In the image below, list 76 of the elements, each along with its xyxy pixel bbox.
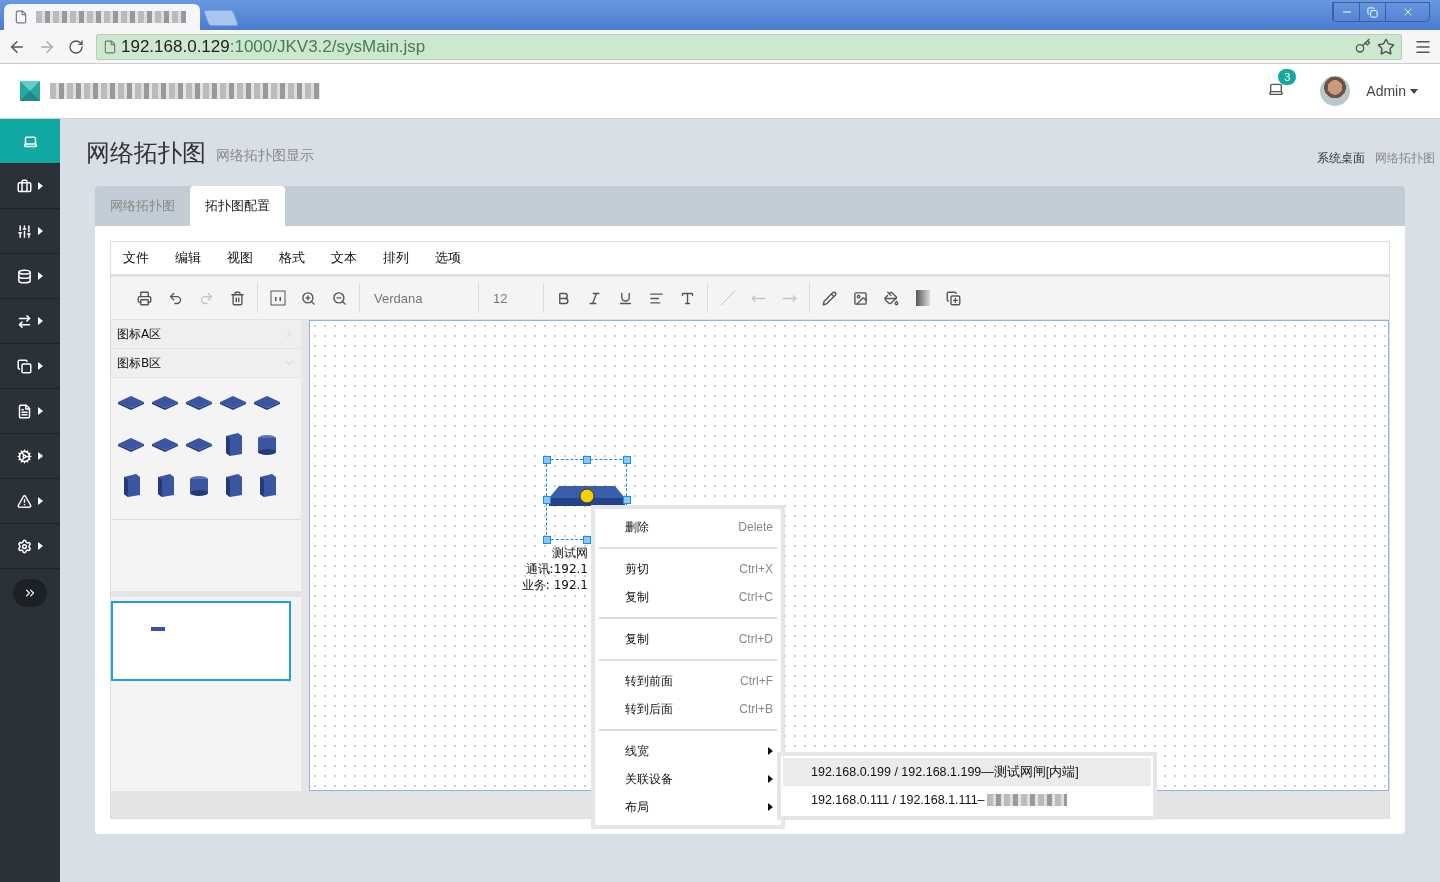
context-menu-item[interactable]: 复制 Ctrl+D [595,625,781,653]
resize-handle[interactable] [543,536,551,544]
reload-icon[interactable] [68,38,84,55]
menu-item[interactable]: 格式 [279,249,305,267]
caret-icon [38,227,43,235]
collapse-button[interactable] [13,579,47,607]
context-menu-item[interactable]: 复制 Ctrl+C [595,583,781,611]
menu-item-icon [17,358,32,374]
caret-icon [38,317,43,325]
caret-icon [38,362,43,370]
caret-icon [768,803,773,811]
menu-item-icon [17,448,32,464]
resize-handle[interactable] [623,456,631,464]
menu-item-icon [17,178,32,194]
menu-item-icon [17,403,32,419]
menu-item[interactable]: 视图 [227,249,253,267]
notification-badge: 3 [1278,69,1297,85]
resize-handle[interactable] [543,456,551,464]
resize-handle[interactable] [623,496,631,504]
caret-icon [1410,88,1418,94]
context-menu-item[interactable]: 转到后面 Ctrl+B [595,695,781,723]
page-title: 网络拓扑图 [86,137,206,169]
palette-section[interactable]: 图标A区 [111,320,301,349]
node-label: 测试网 [552,545,588,561]
breadcrumb-link[interactable]: 系统桌面 [1317,150,1365,167]
resize-handle[interactable] [583,536,591,544]
context-menu-item[interactable]: 线宽 [595,737,781,765]
context-menu-item[interactable]: 关联设备 [595,765,781,793]
menu-item-icon [22,133,38,149]
menu-item-icon [17,223,32,239]
key-icon[interactable] [1355,37,1371,54]
menu-item-icon [17,313,32,329]
gateway-icon [549,486,625,508]
caret-icon [38,407,43,415]
notification-icon[interactable] [1268,81,1285,97]
node-label: 业务: 192.1 [521,577,588,593]
node-label: 通讯:192.1 [525,561,588,577]
menu-item-icon [17,538,32,554]
caret-icon [38,542,43,550]
palette-section[interactable]: 图标B区 [111,349,301,378]
context-menu-item[interactable]: 删除 Delete [595,513,781,541]
page-icon [14,10,28,24]
star-icon[interactable] [1377,37,1395,56]
menu-item[interactable]: 文件 [123,249,149,267]
menu-item-icon [17,493,32,509]
caret-icon [38,497,43,505]
menu-item[interactable]: 选项 [435,249,461,267]
caret-icon [38,452,43,460]
resize-handle[interactable] [543,496,551,504]
resize-handle[interactable] [111,591,301,597]
font-select[interactable]: Verdana [364,289,474,307]
tab[interactable]: 拓扑图配置 [190,186,285,226]
page-subtitle: 网络拓扑图显示 [216,146,314,165]
font-size-select[interactable]: 12 [483,289,539,307]
browser-tab[interactable] [4,4,200,30]
sidebar-item[interactable] [0,119,60,164]
menu-item-icon [17,268,32,284]
caret-icon [768,775,773,783]
address-field[interactable]: 192.168.0.129:1000/JKV3.2/sysMain.jsp [96,33,1402,60]
device-icon [151,627,165,631]
submenu-item[interactable]: 192.168.0.199 / 192.168.1.199—测试网闸[内端] [783,758,1151,786]
caret-icon [38,182,43,190]
caret-icon [768,747,773,755]
page-icon [103,39,117,54]
context-menu-item[interactable]: 转到前面 Ctrl+F [595,667,781,695]
chevrons-icon [23,586,37,600]
avatar [1320,76,1351,106]
resize-handle[interactable] [583,456,591,464]
context-menu-item[interactable]: 布局 [595,793,781,821]
menu-item[interactable]: 排列 [383,249,409,267]
menu-item[interactable]: 文本 [331,249,357,267]
user-menu[interactable]: Admin [1360,82,1424,100]
logo-icon [20,81,40,101]
context-menu-item[interactable]: 剪切 Ctrl+X [595,555,781,583]
menu-item[interactable]: 编辑 [175,249,201,267]
caret-icon [38,272,43,280]
